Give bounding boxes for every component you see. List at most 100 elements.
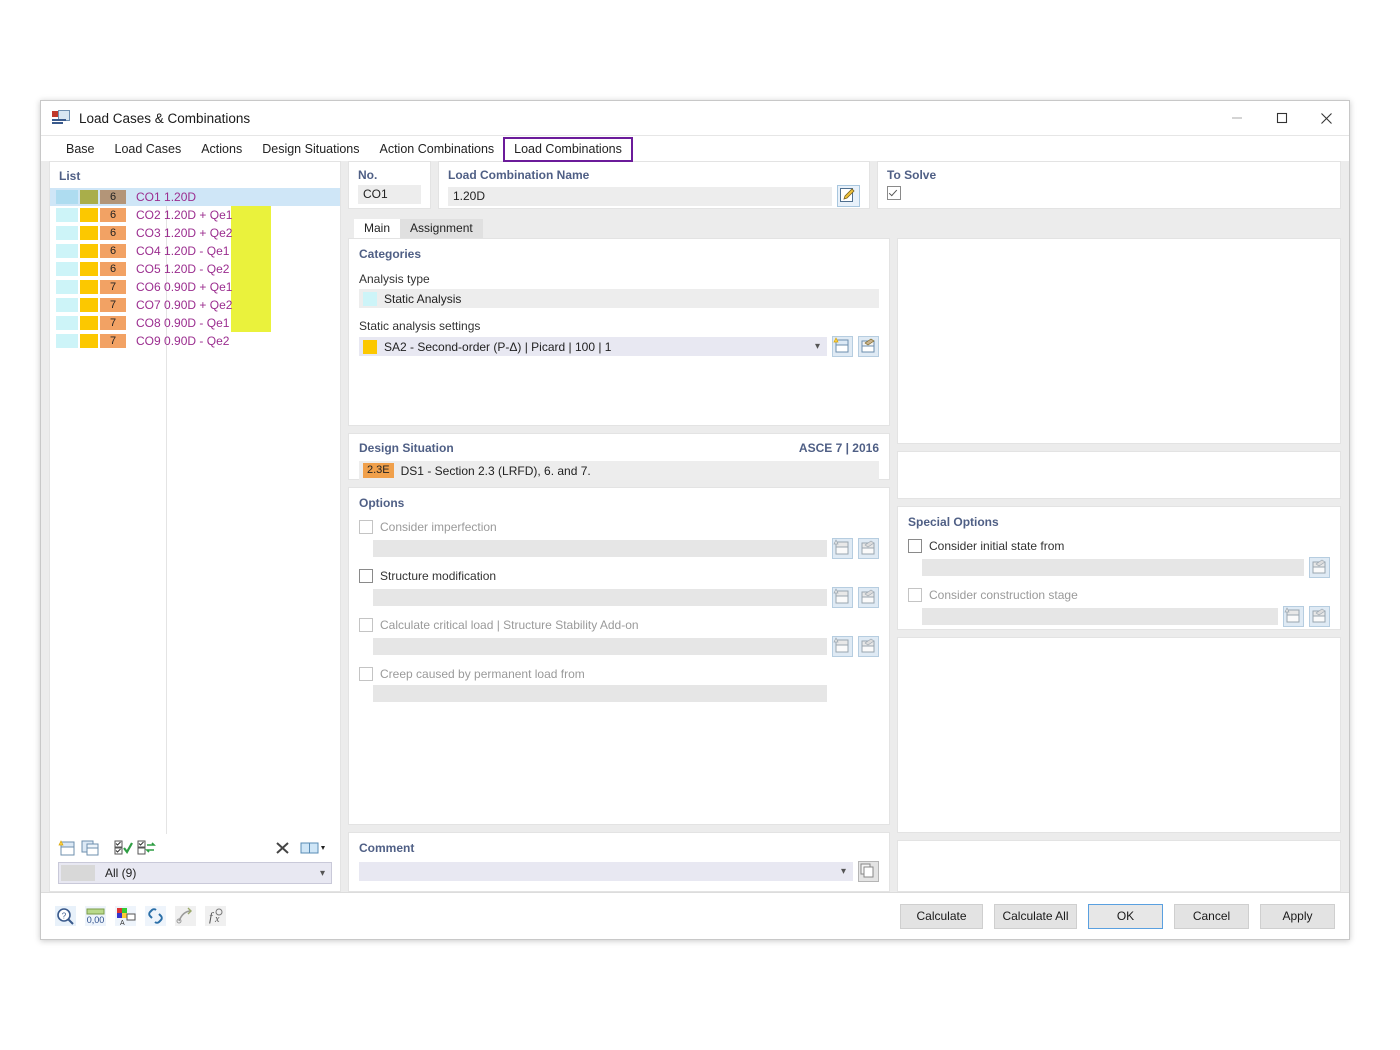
list-item[interactable]: 6 CO4 1.20D - Qe1: [50, 242, 340, 260]
list-item-term: + Qe2: [199, 298, 233, 312]
invert-selection-button[interactable]: [137, 839, 156, 857]
consider-initial-state-field[interactable]: [922, 559, 1304, 576]
design-situation-badge: 2.3E: [363, 463, 394, 478]
delete-button[interactable]: [273, 839, 292, 857]
list-item-code: CO7: [136, 298, 161, 312]
calculate-critical-load-checkbox[interactable]: [359, 618, 373, 632]
help-magnifier-icon[interactable]: ?: [55, 906, 76, 926]
comment-dropdown[interactable]: ▾: [359, 862, 853, 881]
calculate-critical-load-field[interactable]: [373, 638, 827, 655]
close-icon[interactable]: [1304, 101, 1349, 135]
structure-modification-checkbox[interactable]: [359, 569, 373, 583]
creep-field[interactable]: [373, 685, 827, 702]
list-item[interactable]: 6 CO2 1.20D + Qe1: [50, 206, 340, 224]
list-item[interactable]: 6 CO5 1.20D - Qe2: [50, 260, 340, 278]
tab-load-combinations[interactable]: Load Combinations: [503, 137, 633, 162]
list-item-code: CO1: [136, 190, 161, 204]
edit-pencil-icon[interactable]: [837, 185, 860, 207]
list-item-term: - Qe2: [199, 334, 230, 348]
consider-construction-stage-field[interactable]: [922, 608, 1278, 625]
view-options-button[interactable]: [300, 839, 328, 857]
snap-icon[interactable]: [175, 906, 196, 926]
detail-content: Categories Analysis type Static Analysis…: [348, 238, 1341, 892]
tab-action-combinations[interactable]: Action Combinations: [370, 138, 505, 161]
filter-swatch: [61, 865, 95, 881]
to-solve-label: To Solve: [887, 168, 937, 182]
formula-icon[interactable]: fx: [205, 906, 226, 926]
list-item-no: 7: [100, 334, 126, 348]
tab-main[interactable]: Main: [354, 219, 401, 238]
apply-button[interactable]: Apply: [1260, 903, 1335, 929]
no-input[interactable]: CO1: [358, 185, 421, 204]
new-item-icon[interactable]: [832, 336, 853, 357]
tab-load-cases[interactable]: Load Cases: [105, 138, 192, 161]
list-toolbar: [50, 834, 340, 862]
right-filler-bottom: [897, 840, 1341, 892]
options-section: Options Consider imperfection Structure …: [348, 487, 890, 825]
title-bar: Load Cases & Combinations: [41, 101, 1349, 136]
analysis-type-swatch: [363, 291, 377, 306]
tab-assignment[interactable]: Assignment: [400, 219, 483, 238]
chevron-down-icon: ▾: [814, 341, 820, 352]
svg-text:A: A: [120, 920, 125, 926]
ok-button[interactable]: OK: [1088, 903, 1163, 929]
consider-initial-state-checkbox[interactable]: [908, 539, 922, 553]
svg-text:x: x: [214, 914, 220, 925]
tab-base[interactable]: Base: [56, 138, 105, 161]
copy-combination-button[interactable]: [81, 839, 100, 857]
link-icon[interactable]: [145, 906, 166, 926]
edit-item-icon[interactable]: [1309, 606, 1330, 627]
creep-checkbox[interactable]: [359, 667, 373, 681]
static-settings-dropdown[interactable]: SA2 - Second-order (P-Δ) | Picard | 100 …: [359, 337, 827, 356]
calculate-all-button[interactable]: Calculate All: [994, 903, 1077, 929]
tab-design-situations[interactable]: Design Situations: [252, 138, 369, 161]
list-item[interactable]: 7 CO7 0.90D + Qe2: [50, 296, 340, 314]
filter-label: All (9): [105, 866, 137, 880]
no-label: No.: [358, 168, 378, 182]
list-item[interactable]: 6 CO1 1.20D: [50, 188, 340, 206]
name-label: Load Combination Name: [448, 168, 590, 182]
calculate-button[interactable]: Calculate: [900, 903, 983, 929]
consider-imperfection-field[interactable]: [373, 540, 827, 557]
tab-actions[interactable]: Actions: [191, 138, 252, 161]
colors-icon[interactable]: A: [115, 906, 136, 926]
structure-modification-field[interactable]: [373, 589, 827, 606]
edit-item-icon[interactable]: [858, 336, 879, 357]
copy-comment-icon[interactable]: [858, 861, 879, 882]
cancel-button[interactable]: Cancel: [1174, 903, 1249, 929]
list-item[interactable]: 6 CO3 1.20D + Qe2: [50, 224, 340, 242]
edit-item-icon[interactable]: [1309, 557, 1330, 578]
name-input[interactable]: 1.20D: [448, 186, 832, 206]
edit-item-icon[interactable]: [858, 636, 879, 657]
combination-list[interactable]: 6 CO1 1.20D 6 CO2 1.20D + Qe1 6 CO3 1.20…: [50, 187, 340, 834]
new-item-icon[interactable]: [1283, 606, 1304, 627]
comment-section: Comment ▾: [348, 832, 890, 892]
special-options-title: Special Options: [908, 515, 999, 529]
new-combination-button[interactable]: [58, 839, 77, 857]
select-all-button[interactable]: [114, 839, 133, 857]
list-item[interactable]: 7 CO8 0.90D - Qe1: [50, 314, 340, 332]
categories-section: Categories Analysis type Static Analysis…: [348, 238, 890, 426]
consider-construction-stage-checkbox[interactable]: [908, 588, 922, 602]
structure-modification-label: Structure modification: [380, 569, 497, 583]
list-filter-dropdown[interactable]: All (9) ▾: [58, 862, 332, 884]
static-settings-text: SA2 - Second-order (P-Δ) | Picard | 100 …: [384, 339, 612, 354]
list-item[interactable]: 7 CO9 0.90D - Qe2: [50, 332, 340, 350]
options-title: Options: [359, 496, 405, 510]
list-item[interactable]: 7 CO6 0.90D + Qe1: [50, 278, 340, 296]
maximize-icon[interactable]: [1259, 101, 1304, 135]
new-item-icon[interactable]: [832, 538, 853, 559]
consider-imperfection-checkbox[interactable]: [359, 520, 373, 534]
load-cases-icon: [52, 110, 70, 126]
new-item-icon[interactable]: [832, 587, 853, 608]
analysis-type-label: Analysis type: [359, 272, 430, 286]
structure-modification-row: Structure modification: [359, 569, 879, 583]
calculate-critical-load-row: Calculate critical load | Structure Stab…: [359, 618, 879, 632]
minimize-icon[interactable]: [1214, 101, 1259, 135]
edit-item-icon[interactable]: [858, 538, 879, 559]
edit-item-icon[interactable]: [858, 587, 879, 608]
categories-title: Categories: [359, 247, 422, 261]
new-item-icon[interactable]: [832, 636, 853, 657]
to-solve-checkbox[interactable]: [887, 185, 901, 200]
number-format-icon[interactable]: 0,00: [85, 906, 106, 926]
